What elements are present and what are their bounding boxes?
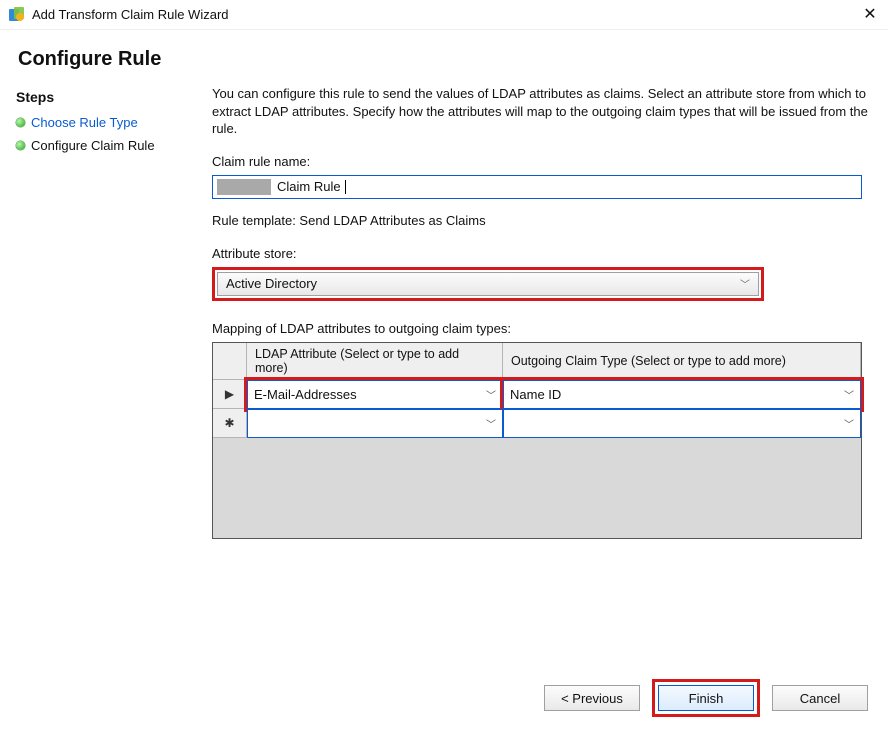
- step-label: Configure Claim Rule: [31, 138, 155, 153]
- ldap-attribute-value: E-Mail-Addresses: [254, 387, 357, 402]
- chevron-down-icon: ﹀: [740, 276, 750, 291]
- chevron-down-icon[interactable]: ﹀: [486, 416, 496, 431]
- steps-sidebar: Steps Choose Rule Type Configure Claim R…: [6, 85, 204, 539]
- outgoing-claim-cell[interactable]: ﹀: [503, 409, 861, 438]
- table-row: ▶ E-Mail-Addresses ﹀ Name ID ﹀: [213, 380, 861, 409]
- text-caret: [345, 180, 346, 194]
- step-bullet-icon: [16, 118, 25, 127]
- grid-empty-area: [213, 438, 861, 538]
- instructions-text: You can configure this rule to send the …: [212, 85, 870, 138]
- grid-header-claim[interactable]: Outgoing Claim Type (Select or type to a…: [503, 343, 861, 380]
- app-icon: [8, 6, 26, 24]
- chevron-down-icon[interactable]: ﹀: [486, 387, 496, 402]
- grid-header-ldap[interactable]: LDAP Attribute (Select or type to add mo…: [247, 343, 503, 380]
- main-panel: You can configure this rule to send the …: [204, 85, 888, 539]
- wizard-buttons: < Previous Finish Cancel: [544, 679, 868, 717]
- page-title: Configure Rule: [18, 48, 888, 71]
- close-icon[interactable]: ✕: [860, 7, 880, 23]
- finish-button[interactable]: Finish: [658, 685, 754, 711]
- attribute-store-value: Active Directory: [226, 276, 317, 291]
- attribute-store-select[interactable]: Active Directory ﹀: [217, 272, 759, 296]
- row-marker-current[interactable]: ▶: [213, 380, 247, 409]
- grid-header-row: LDAP Attribute (Select or type to add mo…: [213, 343, 861, 380]
- grid-header-marker: [213, 343, 247, 380]
- row-marker-new[interactable]: ✱: [213, 409, 247, 438]
- redacted-segment: [217, 179, 271, 195]
- cancel-button[interactable]: Cancel: [772, 685, 868, 711]
- attribute-store-label: Attribute store:: [212, 246, 870, 261]
- mapping-grid: LDAP Attribute (Select or type to add mo…: [212, 342, 862, 539]
- steps-heading: Steps: [6, 85, 204, 111]
- previous-button[interactable]: < Previous: [544, 685, 640, 711]
- step-bullet-icon: [16, 141, 25, 150]
- outgoing-claim-value: Name ID: [510, 387, 561, 402]
- claim-rule-name-label: Claim rule name:: [212, 154, 870, 169]
- ldap-attribute-cell[interactable]: ﹀: [247, 409, 503, 438]
- titlebar: Add Transform Claim Rule Wizard ✕: [0, 0, 888, 30]
- table-row: ✱ ﹀ ﹀: [213, 409, 861, 438]
- outgoing-claim-cell[interactable]: Name ID ﹀: [503, 380, 861, 409]
- rule-template-text: Rule template: Send LDAP Attributes as C…: [212, 213, 870, 228]
- step-choose-rule-type[interactable]: Choose Rule Type: [6, 111, 204, 134]
- chevron-down-icon[interactable]: ﹀: [844, 416, 854, 431]
- attribute-store-highlight: Active Directory ﹀: [212, 267, 764, 301]
- claim-rule-name-value: Claim Rule: [277, 179, 341, 194]
- finish-button-highlight: Finish: [652, 679, 760, 717]
- step-link[interactable]: Choose Rule Type: [31, 115, 138, 130]
- claim-rule-name-input[interactable]: Claim Rule: [212, 175, 862, 199]
- step-configure-claim-rule[interactable]: Configure Claim Rule: [6, 134, 204, 157]
- mapping-label: Mapping of LDAP attributes to outgoing c…: [212, 321, 870, 336]
- chevron-down-icon[interactable]: ﹀: [844, 387, 854, 402]
- ldap-attribute-cell[interactable]: E-Mail-Addresses ﹀: [247, 380, 503, 409]
- window-title: Add Transform Claim Rule Wizard: [32, 7, 860, 22]
